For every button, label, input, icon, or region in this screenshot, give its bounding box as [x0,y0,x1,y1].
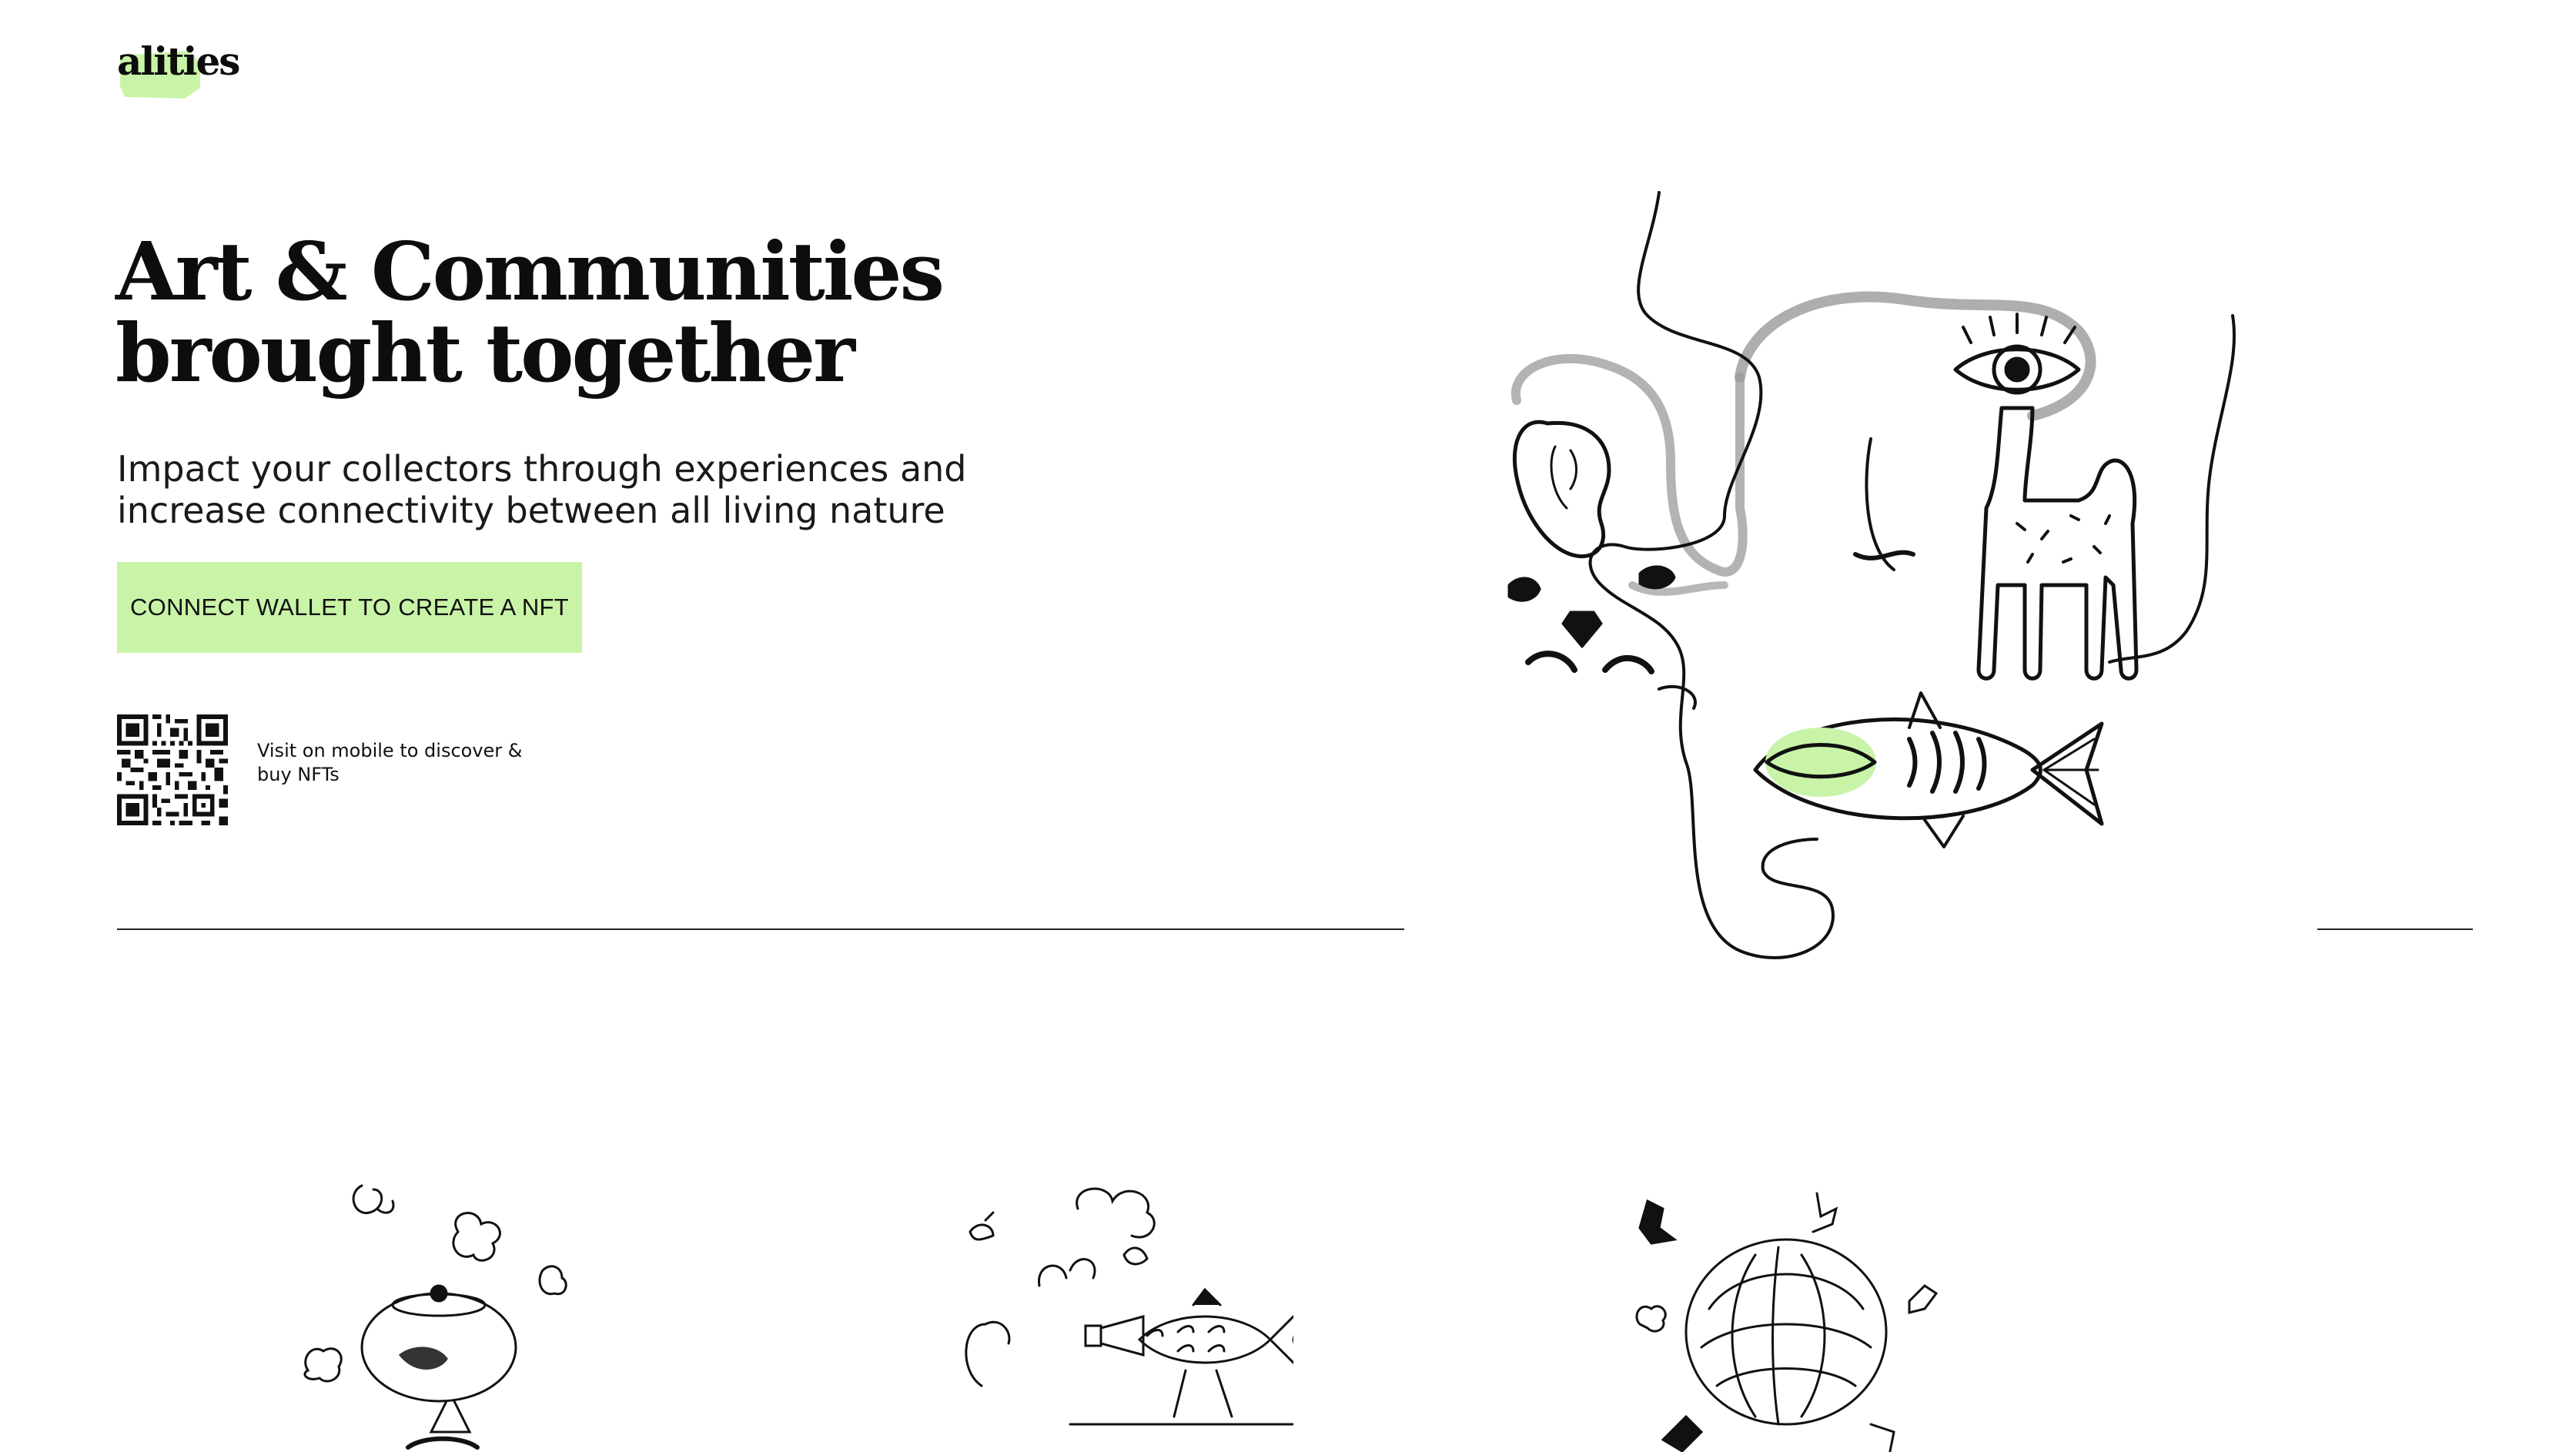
section-divider-left [117,928,1404,930]
knot-of-arms-illustration [1635,1192,1939,1452]
page-title: Art & Communities brought together [115,224,945,400]
hero-subtitle: Impact your collectors through experienc… [117,448,1041,531]
page-title-line-2: brought together [115,306,855,400]
logo-wordmark: alities [117,38,240,84]
hero-subtitle-line-1: Impact your collectors through experienc… [117,448,967,490]
fish-megaphone-illustration [965,1187,1293,1426]
qr-code-icon [117,714,228,825]
hero-subtitle-line-2: increase connectivity between all living… [117,490,945,531]
qr-caption: Visit on mobile to discover & buy NFTs [257,740,523,785]
fishbowl-illustration [303,1184,567,1450]
face-fish-llama-illustration [1507,191,2236,959]
section-divider-right [2317,928,2473,930]
connect-wallet-button[interactable]: CONNECT WALLET TO CREATE A NFT [117,562,582,653]
page-title-line-1: Art & Communities [115,224,945,319]
site-logo[interactable]: alities [117,37,240,111]
